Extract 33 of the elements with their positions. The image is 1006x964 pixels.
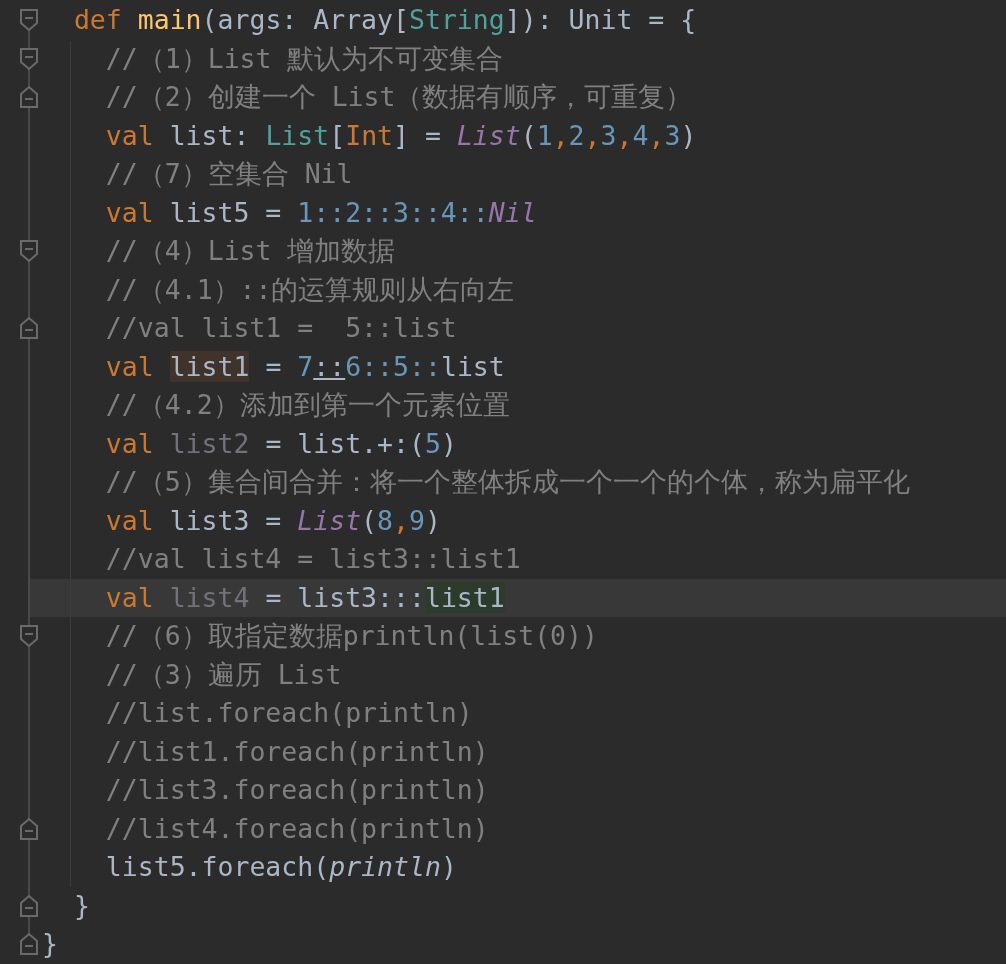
code-line: //（4）List 增加数据	[104, 234, 397, 269]
code-line: //（4.1）::的运算规则从右向左	[104, 272, 516, 307]
code-line: //list.foreach(println)	[104, 696, 474, 731]
code-line: //（5）集合间合并：将一个整体拆成一个一个的个体，称为扁平化	[104, 465, 911, 500]
code-line: val list3 = List(8,9)	[104, 503, 442, 538]
code-line: //（6）取指定数据println(list(0))	[104, 619, 599, 654]
code-line: }	[72, 888, 91, 923]
code-line: //（4.2）添加到第一个元素位置	[104, 388, 511, 423]
code-line: val list2 = list.+:(5)	[104, 426, 458, 461]
fold-marker-icon[interactable]	[19, 624, 39, 649]
fold-marker-icon[interactable]	[19, 8, 39, 33]
code-line: //（2）创建一个 List（数据有顺序，可重复）	[104, 80, 694, 115]
code-line: val list1 = 7::6::5::list	[104, 349, 506, 384]
fold-marker-icon[interactable]	[19, 932, 39, 957]
code-line: //val list4 = list3::list1	[104, 542, 522, 577]
fold-marker-icon[interactable]	[19, 316, 39, 341]
fold-marker-icon[interactable]	[19, 816, 39, 841]
code-line: //list3.foreach(println)	[104, 773, 490, 808]
code-line: //（3）遍历 List	[104, 657, 343, 692]
code-line: //list4.foreach(println)	[104, 811, 490, 846]
code-line: val list: List[Int] = List(1,2,3,4,3)	[104, 118, 698, 153]
code-line: }	[41, 927, 59, 962]
fold-marker-icon[interactable]	[19, 46, 39, 71]
code-line: //val list1 = 5::list	[104, 311, 458, 346]
code-line: def main(args: Array[String]): Unit = {	[72, 3, 698, 38]
code-line: //（1）List 默认为不可变集合	[104, 41, 505, 76]
fold-marker-icon[interactable]	[19, 239, 39, 264]
fold-marker-icon[interactable]	[19, 893, 39, 918]
fold-marker-icon[interactable]	[19, 85, 39, 110]
code-line: //list1.foreach(println)	[104, 734, 490, 769]
code-line: //（7）空集合 Nil	[104, 157, 354, 192]
code-line: val list5 = 1::2::3::4::Nil	[104, 195, 538, 230]
code-line: list5.foreach(println)	[104, 850, 458, 885]
